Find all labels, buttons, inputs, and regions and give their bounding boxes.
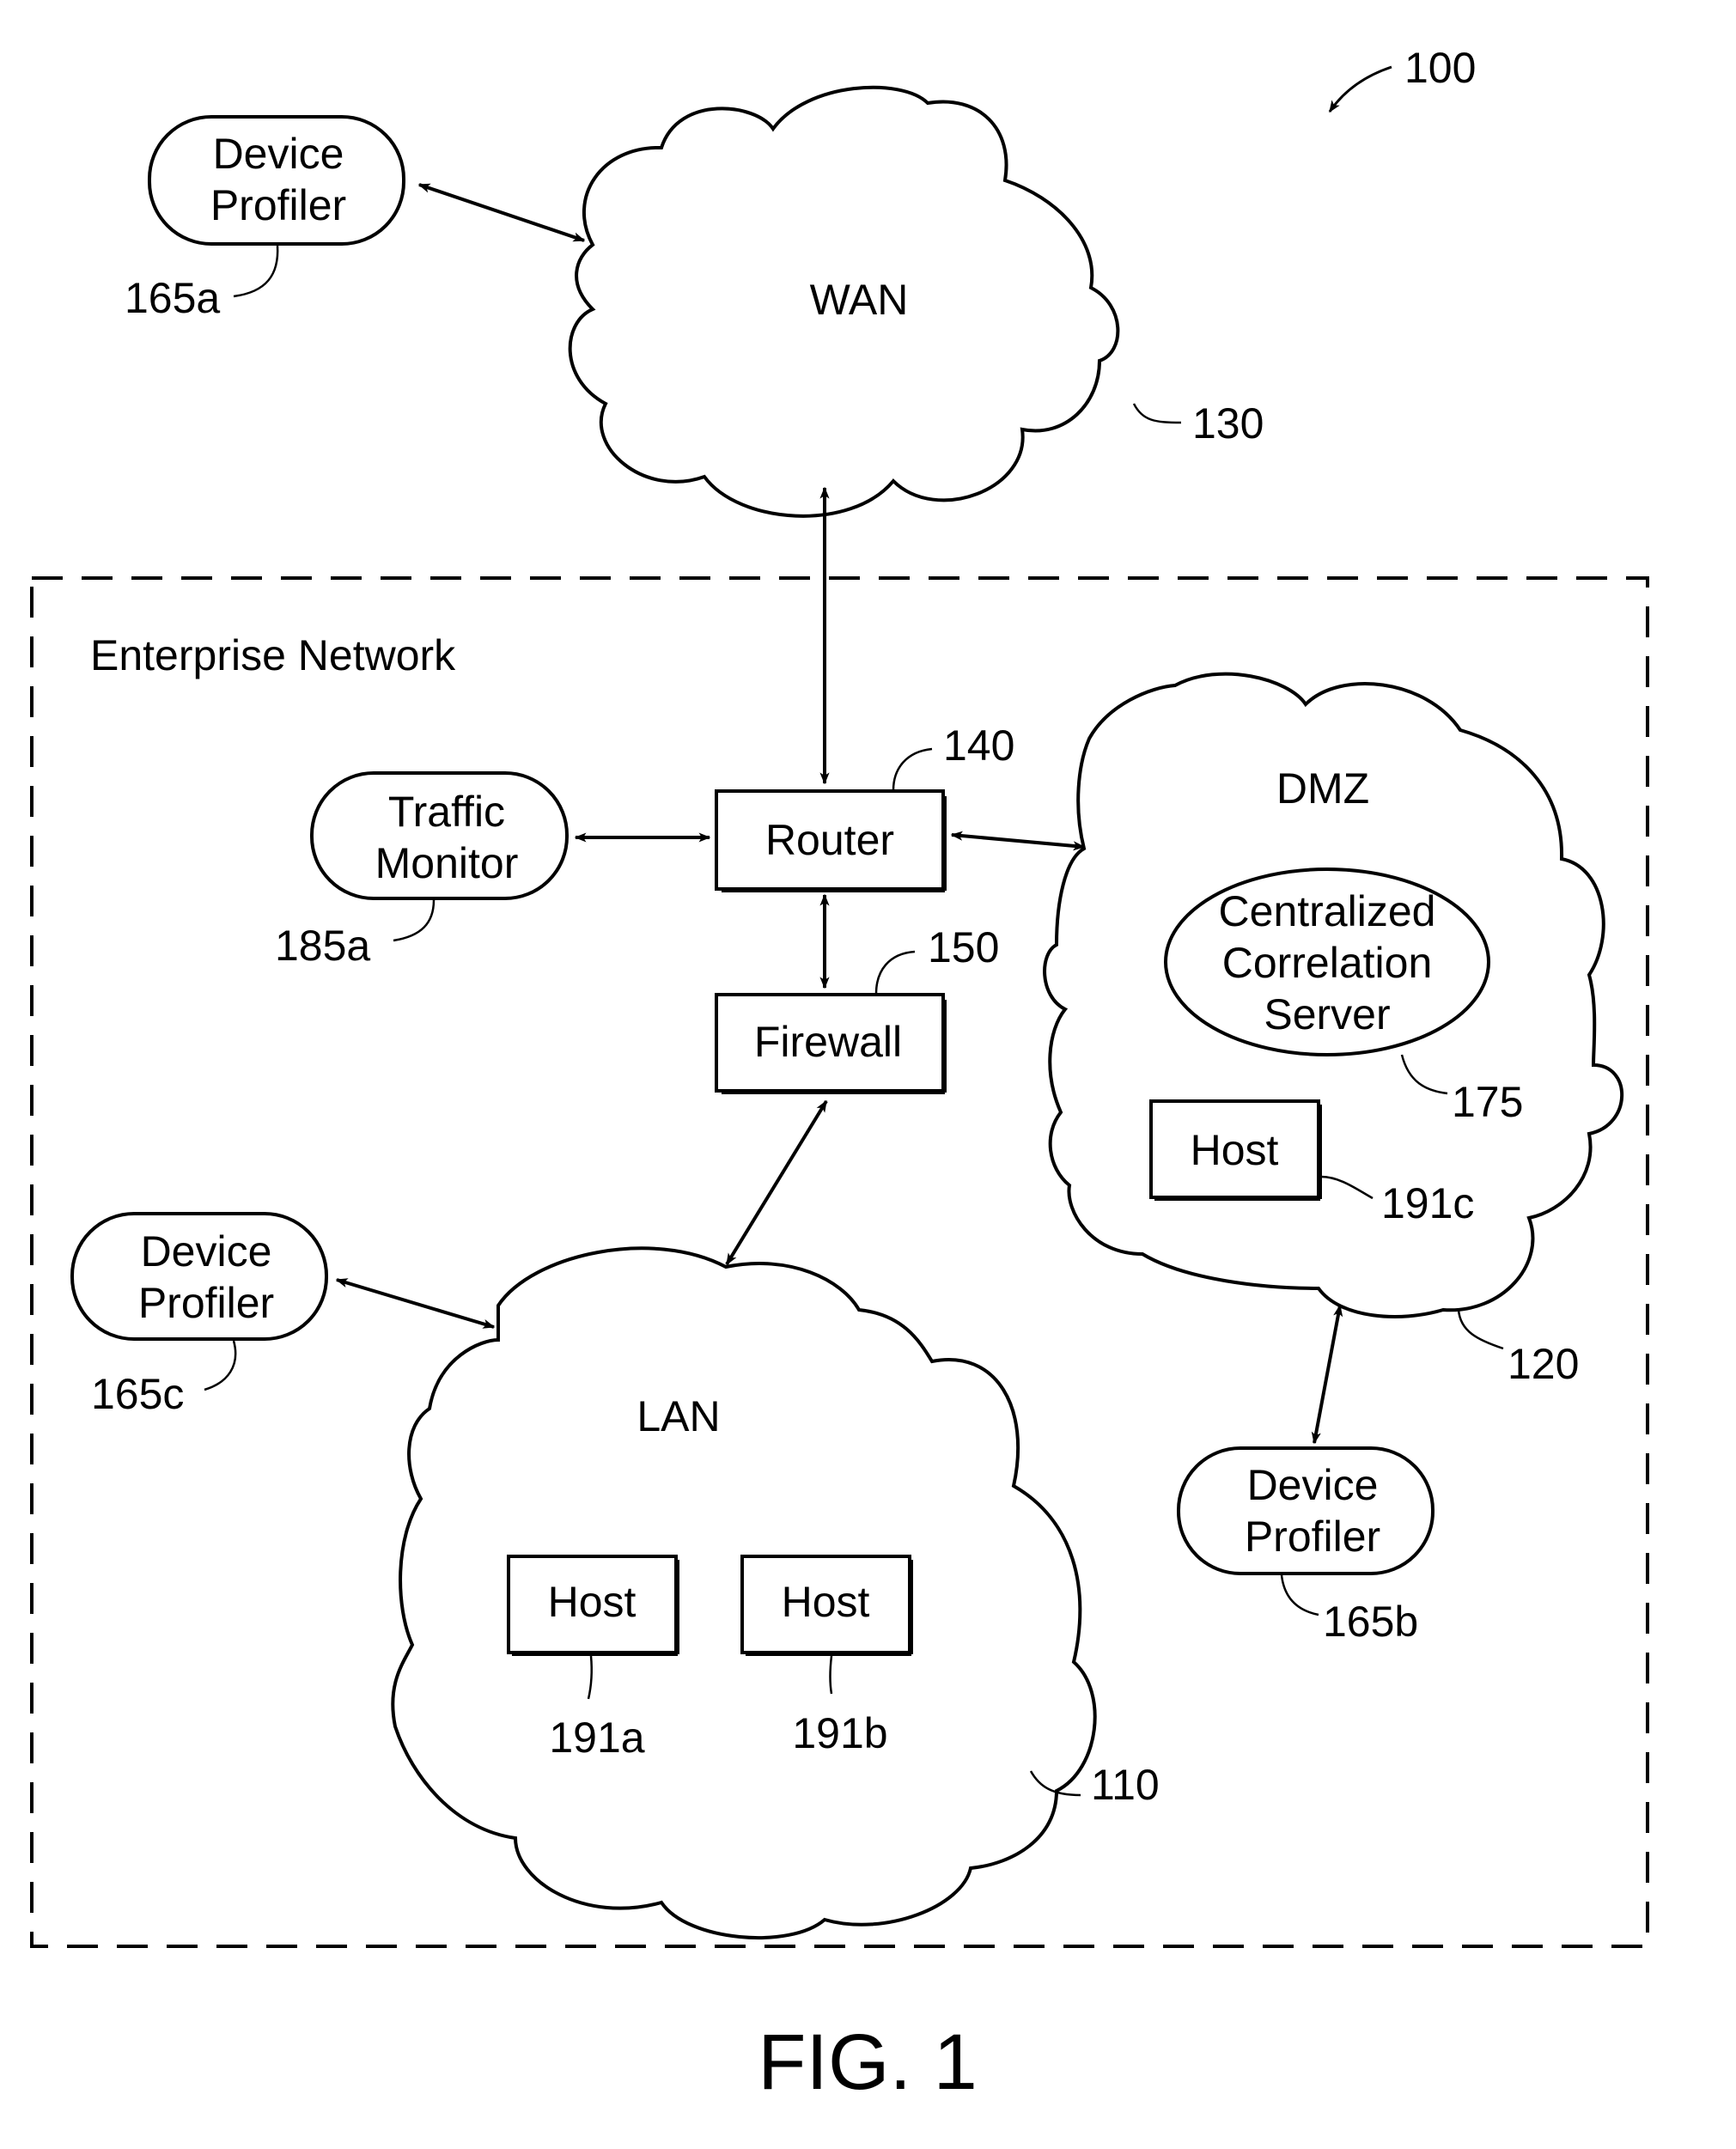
host-191a: Host 191a	[507, 1555, 679, 1762]
host-191b-ref-leader	[829, 1655, 833, 1695]
figure-ref-arrow	[1328, 65, 1392, 113]
router-label: Router	[765, 816, 894, 864]
device-profiler-165a-line2: Profiler	[210, 181, 346, 229]
host-191a-label: Host	[548, 1578, 637, 1626]
traffic-monitor-ref: 185a	[275, 922, 370, 970]
firewall-ref-leader	[874, 950, 916, 995]
device-profiler-165b: Device Profiler 165b	[1177, 1446, 1434, 1646]
wan-label: WAN	[810, 276, 909, 324]
lan-ref: 110	[1091, 1761, 1160, 1809]
dmz-label: DMZ	[1276, 764, 1369, 813]
device-profiler-165c: Device Profiler 165c	[70, 1212, 328, 1418]
enterprise-network-label: Enterprise Network	[90, 631, 456, 679]
host-191c-ref-leader	[1320, 1175, 1374, 1200]
figure-caption: FIG. 1	[758, 2018, 978, 2106]
correlation-server-line3: Server	[1264, 990, 1390, 1038]
host-191b: Host 191b	[740, 1555, 913, 1757]
device-profiler-165c-line1: Device	[141, 1227, 272, 1275]
device-profiler-165c-ref-leader	[204, 1340, 237, 1391]
wan-ref: 130	[1192, 399, 1264, 447]
dmz-ref-leader	[1457, 1309, 1504, 1350]
figure-ref-label: 100	[1404, 44, 1476, 92]
network-diagram: 100 WAN 130 Device Profiler 165a Enterpr…	[30, 44, 1649, 2106]
router-ref: 140	[943, 721, 1014, 770]
firewall-label: Firewall	[754, 1018, 902, 1066]
device-profiler-165b-ref: 165b	[1323, 1598, 1418, 1646]
correlation-server-ref-leader	[1400, 1054, 1448, 1095]
host-191b-ref: 191b	[792, 1709, 887, 1757]
wan-ref-leader	[1132, 403, 1182, 424]
device-profiler-165a-ref: 165a	[125, 274, 220, 322]
firewall-ref: 150	[928, 923, 999, 971]
lan-label: LAN	[637, 1392, 720, 1440]
host-191a-ref: 191a	[549, 1714, 644, 1762]
host-191a-ref-leader	[587, 1655, 594, 1700]
arrow-router-dmz	[950, 831, 1086, 851]
centralized-correlation-server-175: Centralized Correlation Server 175	[1164, 868, 1523, 1126]
device-profiler-165b-ref-leader	[1280, 1574, 1319, 1616]
arrow-dmz-profiler165b	[1311, 1304, 1343, 1445]
correlation-server-line2: Correlation	[1222, 939, 1433, 987]
device-profiler-165b-line1: Device	[1247, 1461, 1379, 1509]
host-191c: Host 191c	[1149, 1099, 1474, 1227]
firewall: Firewall 150	[715, 923, 999, 1094]
device-profiler-165a-ref-leader	[233, 245, 279, 298]
traffic-monitor-ref-leader	[393, 899, 436, 942]
device-profiler-165c-ref: 165c	[91, 1370, 184, 1418]
host-191c-label: Host	[1191, 1126, 1279, 1174]
wan-cloud: WAN 130	[568, 85, 1264, 518]
correlation-server-ref: 175	[1452, 1078, 1523, 1126]
traffic-monitor-line2: Monitor	[375, 839, 519, 887]
arrow-profiler165c-lan	[335, 1278, 496, 1329]
device-profiler-165b-line2: Profiler	[1245, 1513, 1380, 1561]
device-profiler-165a: Device Profiler 165a	[125, 115, 405, 322]
host-191c-ref: 191c	[1381, 1179, 1474, 1227]
dmz-cloud: DMZ Centralized Correlation Server 175 H…	[1043, 672, 1624, 1388]
traffic-monitor-185a: Traffic Monitor 185a	[275, 771, 569, 970]
device-profiler-165a-line1: Device	[213, 130, 344, 178]
figure-ref-100: 100	[1328, 44, 1476, 113]
arrow-firewall-lan	[725, 1099, 828, 1266]
router: Router 140	[715, 721, 1014, 892]
arrow-profiler165a-wan	[417, 183, 586, 242]
host-191b-label: Host	[782, 1578, 870, 1626]
lan-cloud: LAN Host 191a Host 191b 110	[391, 1246, 1160, 1939]
router-ref-leader	[892, 747, 933, 791]
lan-ref-leader	[1029, 1770, 1081, 1797]
traffic-monitor-line1: Traffic	[388, 788, 505, 836]
correlation-server-line1: Centralized	[1219, 887, 1436, 935]
device-profiler-165c-line2: Profiler	[138, 1279, 274, 1327]
dmz-ref: 120	[1508, 1340, 1579, 1388]
